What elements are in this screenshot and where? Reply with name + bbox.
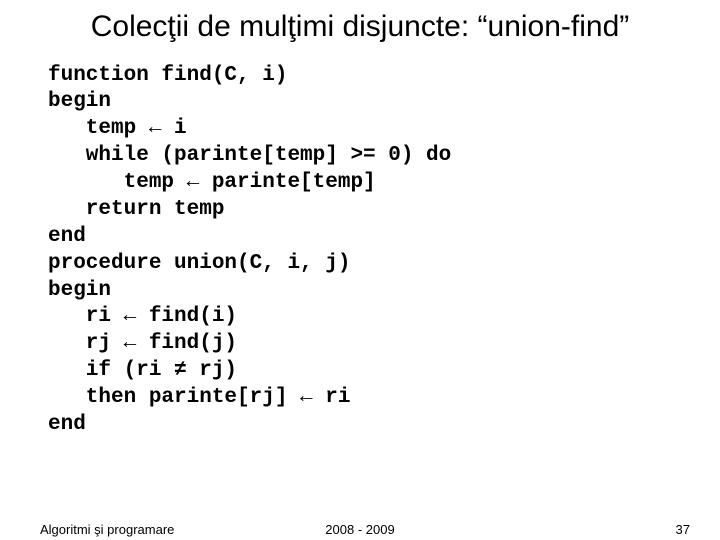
slide-title: Colecţii de mulţimi disjuncte: “union-fi…	[50, 10, 670, 45]
slide: Colecţii de mulţimi disjuncte: “union-fi…	[0, 0, 720, 540]
footer-center: 2008 - 2009	[0, 522, 720, 537]
footer-right: 37	[676, 522, 690, 537]
code-block: function find(C, i) begin temp ← i while…	[48, 63, 680, 439]
